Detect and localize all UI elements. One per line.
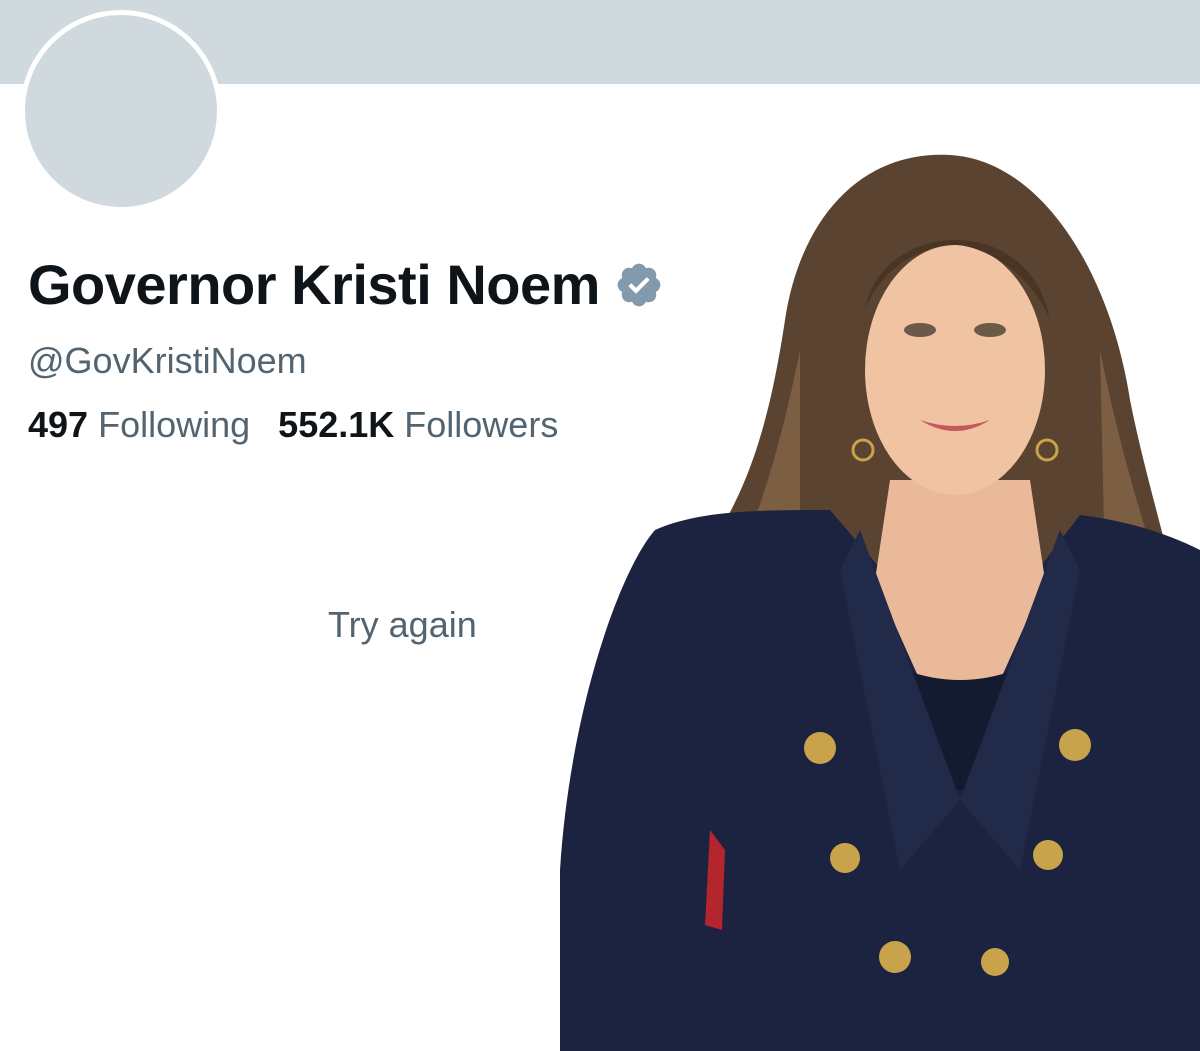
followers-link[interactable]: 552.1K Followers <box>278 404 558 445</box>
profile-stats: 497 Following 552.1K Followers <box>28 404 558 446</box>
followers-count: 552.1K <box>278 404 395 445</box>
display-name: Governor Kristi Noem <box>28 253 600 316</box>
profile-portrait-photo <box>560 154 1200 1051</box>
followers-label: Followers <box>404 404 559 445</box>
profile-handle: @GovKristiNoem <box>28 340 307 381</box>
try-again-button[interactable]: Try again <box>328 604 477 646</box>
following-label: Following <box>98 404 251 445</box>
following-link[interactable]: 497 Following <box>28 404 250 445</box>
following-count: 497 <box>28 404 89 445</box>
profile-avatar[interactable] <box>20 10 222 212</box>
